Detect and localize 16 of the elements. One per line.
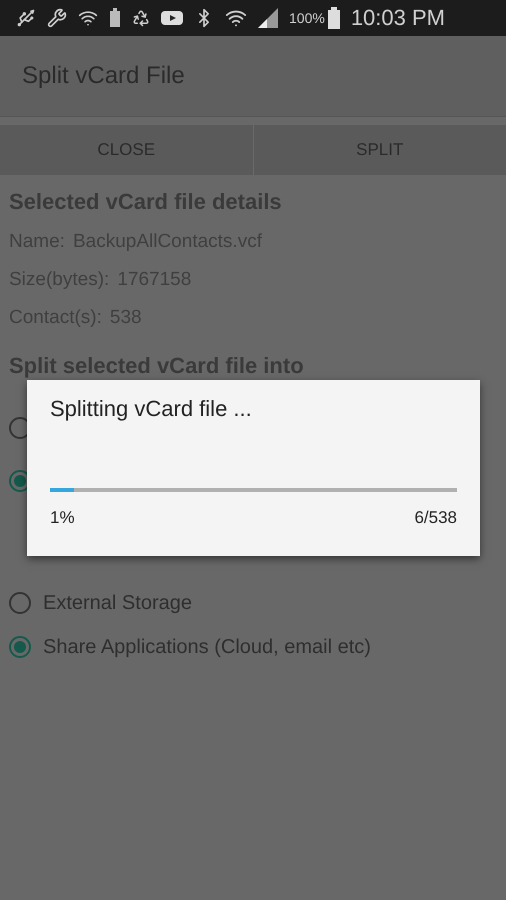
battery-icon (328, 7, 340, 29)
clock: 10:03 PM (350, 5, 445, 31)
battery-icon (109, 8, 121, 28)
wrench-icon (47, 8, 67, 28)
usb-icon (16, 8, 36, 28)
dialog-title: Splitting vCard file ... (50, 396, 253, 422)
progress-percent: 1% (50, 508, 75, 528)
option-label: Share Applications (Cloud, email etc) (43, 636, 371, 658)
recycle-icon (132, 9, 150, 27)
signal-icon (258, 8, 278, 28)
play-icon (161, 10, 183, 26)
battery-percent: 100% (289, 10, 325, 26)
radio-button[interactable] (9, 592, 31, 614)
progress-count: 6/538 (414, 508, 457, 528)
option-label: External Storage (43, 592, 192, 614)
radio-button[interactable] (9, 636, 31, 658)
